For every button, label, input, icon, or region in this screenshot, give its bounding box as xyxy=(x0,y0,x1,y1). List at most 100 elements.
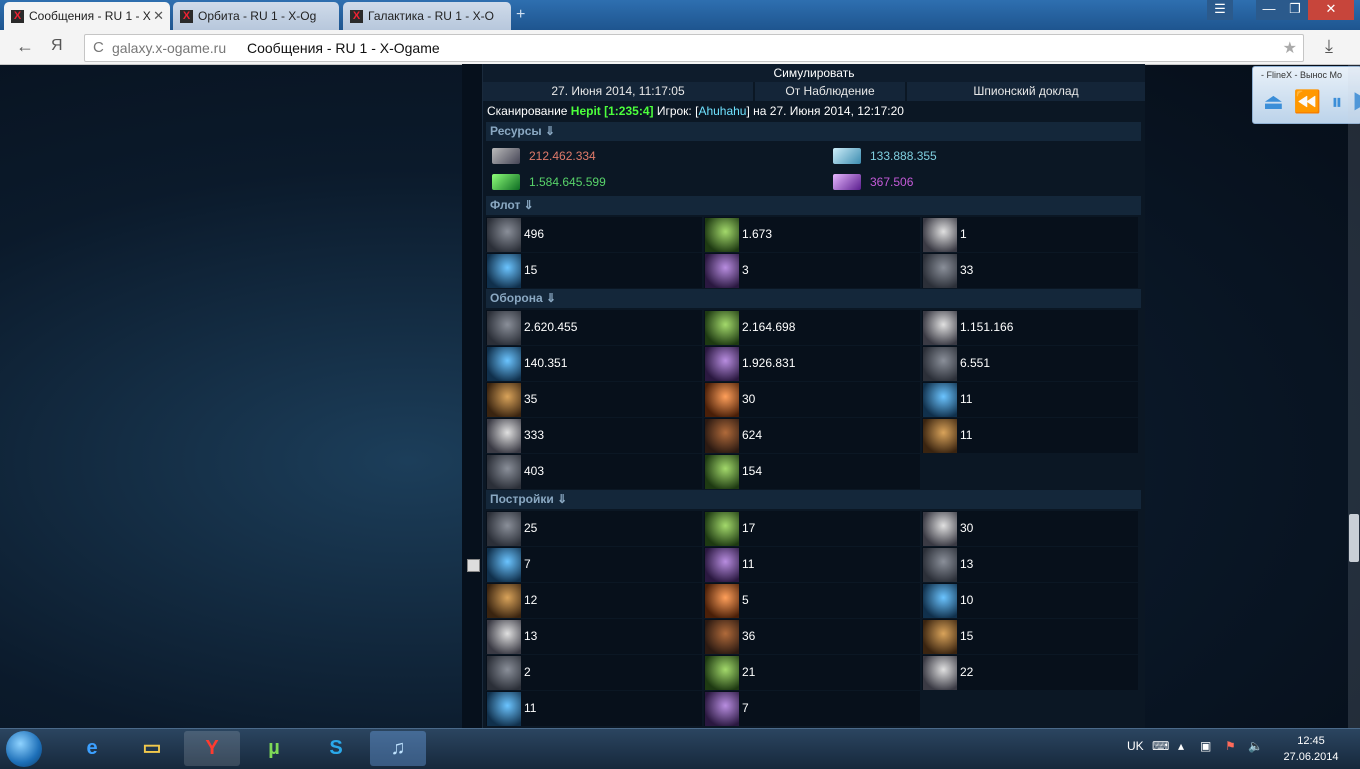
music-player-icon[interactable]: ♫ xyxy=(370,731,426,766)
defense-unit-cell: 11 xyxy=(922,382,1138,417)
scan-prefix: Сканирование xyxy=(487,104,568,118)
building-count: 36 xyxy=(742,629,756,643)
spy-report: Симулировать 27. Июня 2014, 11:17:05 От … xyxy=(483,64,1145,728)
defense-unit-count: 11 xyxy=(960,392,973,406)
defense-unit-cell: 624 xyxy=(704,418,920,453)
start-button[interactable] xyxy=(6,731,42,767)
page-scrollbar[interactable] xyxy=(1348,64,1360,728)
volume-icon[interactable]: 🔈 xyxy=(1248,739,1263,753)
player-link[interactable]: Ahuhahu xyxy=(698,104,746,118)
section-buildings[interactable]: Постройки ⇓ xyxy=(486,490,1141,509)
defense-unit-icon xyxy=(923,347,957,381)
fleet-ship-cell: 33 xyxy=(922,253,1138,288)
building-icon xyxy=(923,620,957,654)
resource-metal: 212.462.334 xyxy=(529,149,596,163)
tab-galaxy[interactable]: X Галактика - RU 1 - X-O xyxy=(343,2,511,30)
building-icon xyxy=(487,584,521,618)
defense-unit-count: 6.551 xyxy=(960,356,991,370)
building-cell: 15 xyxy=(922,619,1138,654)
building-icon xyxy=(705,584,739,618)
x-ogame-icon: X xyxy=(11,9,24,23)
crystal-icon xyxy=(833,148,861,164)
fleet-ship-icon xyxy=(705,254,739,288)
planet-link[interactable]: Hepit [1:235:4] xyxy=(571,104,654,118)
browser-toolbar: ← Я C galaxy.x-ogame.ru Сообщения - RU 1… xyxy=(0,30,1360,65)
action-center-icon[interactable]: ⚑ xyxy=(1225,739,1236,753)
metal-icon xyxy=(492,148,520,164)
minimize-button[interactable]: — xyxy=(1256,0,1282,20)
building-cell: 21 xyxy=(704,655,920,690)
close-window-button[interactable]: ✕ xyxy=(1308,0,1354,20)
bookmark-star-icon[interactable]: ★ xyxy=(1283,38,1297,58)
section-defense[interactable]: Оборона ⇓ xyxy=(486,289,1141,308)
yandex-browser-icon[interactable]: Y xyxy=(184,731,240,766)
player-controls[interactable]: ⏏ ⏪ ⏸ ▶ xyxy=(1263,89,1360,115)
building-count: 13 xyxy=(524,629,538,643)
message-subject[interactable]: Шпионский доклад xyxy=(907,82,1145,101)
building-icon xyxy=(705,512,739,546)
fleet-ship-count: 1.673 xyxy=(742,227,773,241)
page-title: Сообщения - RU 1 - X-Ogame xyxy=(247,40,440,56)
defense-unit-icon xyxy=(487,383,521,417)
building-count: 25 xyxy=(524,521,538,535)
restore-button[interactable]: ❐ xyxy=(1282,0,1308,20)
section-resources[interactable]: Ресурсы ⇓ xyxy=(486,122,1141,141)
tab-title: Галактика - RU 1 - X-O xyxy=(368,9,494,23)
scrollbar-thumb[interactable] xyxy=(1349,514,1359,562)
x-ogame-icon: X xyxy=(180,9,193,23)
defense-unit-count: 35 xyxy=(524,392,538,406)
fleet-ship-cell: 1.673 xyxy=(704,217,920,252)
skype-icon[interactable]: S xyxy=(308,731,364,766)
player-track-title: - FlineX - Вынос Мо xyxy=(1261,70,1343,80)
building-count: 22 xyxy=(960,665,974,679)
defense-unit-count: 624 xyxy=(742,428,763,442)
menu-icon[interactable]: ☰ xyxy=(1207,0,1233,20)
section-fleet[interactable]: Флот ⇓ xyxy=(486,196,1141,215)
utorrent-icon[interactable]: µ xyxy=(246,731,302,766)
message-date: 27. Июня 2014, 11:17:05 xyxy=(483,82,753,101)
defense-unit-icon xyxy=(705,455,739,489)
tab-orbit[interactable]: X Орбита - RU 1 - X-Og xyxy=(173,2,339,30)
keyboard-icon[interactable]: ⌨ xyxy=(1152,739,1169,753)
tray-arrow-icon[interactable]: ▴ xyxy=(1178,739,1184,753)
close-icon[interactable]: ✕ xyxy=(153,8,164,24)
building-icon xyxy=(487,656,521,690)
network-icon[interactable]: ▣ xyxy=(1200,739,1211,753)
defense-unit-cell: 2.620.455 xyxy=(486,310,702,345)
windows-taskbar: e ▭ Y µ S ♫ UK ⌨ ▴ ▣ ⚑ 🔈 12:45 27.06.201… xyxy=(0,728,1360,769)
defense-unit-cell: 30 xyxy=(704,382,920,417)
building-cell: 5 xyxy=(704,583,920,618)
defense-unit-icon xyxy=(487,455,521,489)
fleet-ship-icon xyxy=(923,254,957,288)
defense-unit-cell: 11 xyxy=(922,418,1138,453)
message-checkbox[interactable] xyxy=(467,559,480,572)
download-icon[interactable]: ⤓ xyxy=(1325,36,1333,57)
tab-messages[interactable]: X Сообщения - RU 1 - X ✕ xyxy=(4,2,170,30)
scan-line: Сканирование Hepit [1:235:4] Игрок: [Ahu… xyxy=(487,104,904,118)
new-tab-button[interactable]: + xyxy=(516,6,525,24)
building-cell: 2 xyxy=(486,655,702,690)
file-explorer-icon[interactable]: ▭ xyxy=(124,731,180,766)
defense-unit-count: 403 xyxy=(524,464,545,478)
building-count: 15 xyxy=(960,629,974,643)
yandex-icon[interactable]: Я xyxy=(51,37,63,55)
fleet-ship-cell: 3 xyxy=(704,253,920,288)
building-count: 10 xyxy=(960,593,974,607)
fleet-ship-count: 1 xyxy=(960,227,967,241)
address-bar[interactable]: C galaxy.x-ogame.ru Сообщения - RU 1 - X… xyxy=(84,34,1304,62)
internet-explorer-icon[interactable]: e xyxy=(64,731,120,766)
building-cell: 7 xyxy=(486,547,702,582)
system-clock[interactable]: 12:45 27.06.2014 xyxy=(1282,733,1340,765)
language-indicator[interactable]: UK xyxy=(1127,739,1144,753)
building-cell: 10 xyxy=(922,583,1138,618)
reload-icon[interactable]: C xyxy=(93,39,104,56)
resource-deuterium: 1.584.645.599 xyxy=(529,175,606,189)
browser-tab-bar: X Сообщения - RU 1 - X ✕ X Орбита - RU 1… xyxy=(0,0,1360,30)
defense-unit-cell: 35 xyxy=(486,382,702,417)
building-icon xyxy=(705,656,739,690)
defense-unit-icon xyxy=(487,419,521,453)
building-cell: 11 xyxy=(704,547,920,582)
back-button[interactable]: ← xyxy=(16,36,34,57)
simulate-button[interactable]: Симулировать xyxy=(483,64,1145,82)
building-icon xyxy=(705,548,739,582)
